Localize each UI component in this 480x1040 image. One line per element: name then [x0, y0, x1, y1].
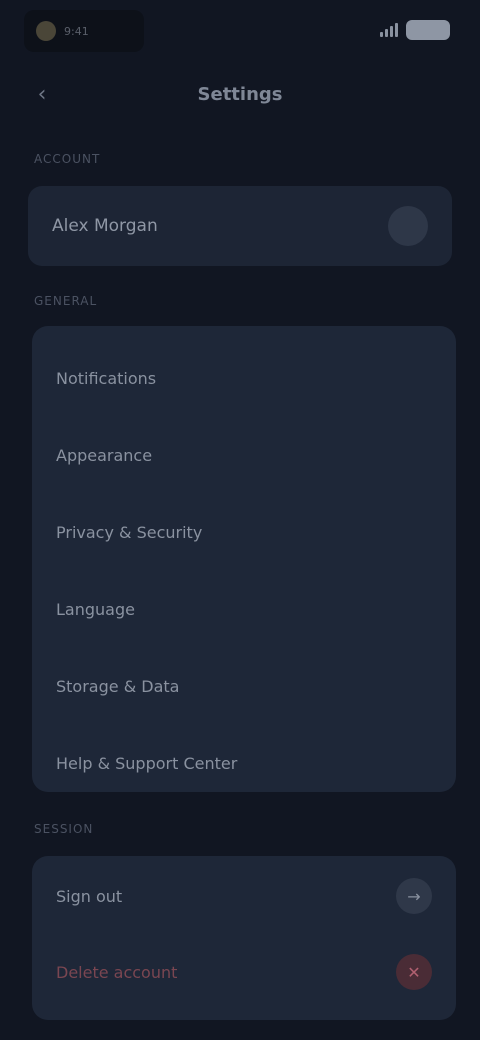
sign-out-label: Sign out — [56, 886, 123, 906]
camera-dot-icon — [36, 21, 56, 41]
account-name: Alex Morgan — [52, 216, 158, 236]
page-title: Settings — [197, 84, 283, 105]
status-icons — [380, 20, 450, 40]
header: ‹ Settings — [0, 70, 480, 120]
settings-screen: 9:41 ‹ Settings Account Alex Morgan Gene… — [0, 0, 480, 1040]
status-pill: 9:41 — [24, 10, 144, 52]
account-actions-card: Sign out → Delete account ✕ — [32, 856, 456, 1020]
settings-item-label: Appearance — [56, 446, 153, 465]
delete-account-label: Delete account — [56, 962, 178, 982]
section-label-session: Session — [34, 822, 94, 836]
settings-item-privacy[interactable]: Privacy & Security — [32, 494, 456, 571]
settings-item-label: Storage & Data — [56, 677, 180, 696]
settings-item-language[interactable]: Language — [32, 571, 456, 648]
trash-icon: ✕ — [396, 954, 432, 990]
settings-item-label: Help & Support Center — [56, 754, 238, 773]
avatar — [388, 206, 428, 246]
section-label-account: Account — [34, 152, 101, 166]
settings-item-label: Notifications — [56, 369, 157, 388]
section-label-general: General — [34, 294, 98, 308]
account-card[interactable]: Alex Morgan — [28, 186, 452, 266]
settings-item-help[interactable]: Help & Support Center — [32, 725, 456, 802]
sign-out-row[interactable]: Sign out → — [56, 876, 432, 916]
status-bar: 9:41 — [0, 0, 480, 64]
settings-item-label: Language — [56, 600, 135, 619]
settings-item-label: Privacy & Security — [56, 523, 203, 542]
settings-item-appearance[interactable]: Appearance — [32, 417, 456, 494]
settings-list: Notifications Appearance Privacy & Secur… — [32, 326, 456, 792]
delete-account-row[interactable]: Delete account ✕ — [56, 952, 432, 992]
signal-icon — [380, 23, 398, 37]
sign-out-icon: → — [396, 878, 432, 914]
battery-icon — [406, 20, 450, 40]
settings-item-storage[interactable]: Storage & Data — [32, 648, 456, 725]
status-time: 9:41 — [64, 24, 89, 38]
settings-item-notifications[interactable]: Notifications — [32, 340, 456, 417]
